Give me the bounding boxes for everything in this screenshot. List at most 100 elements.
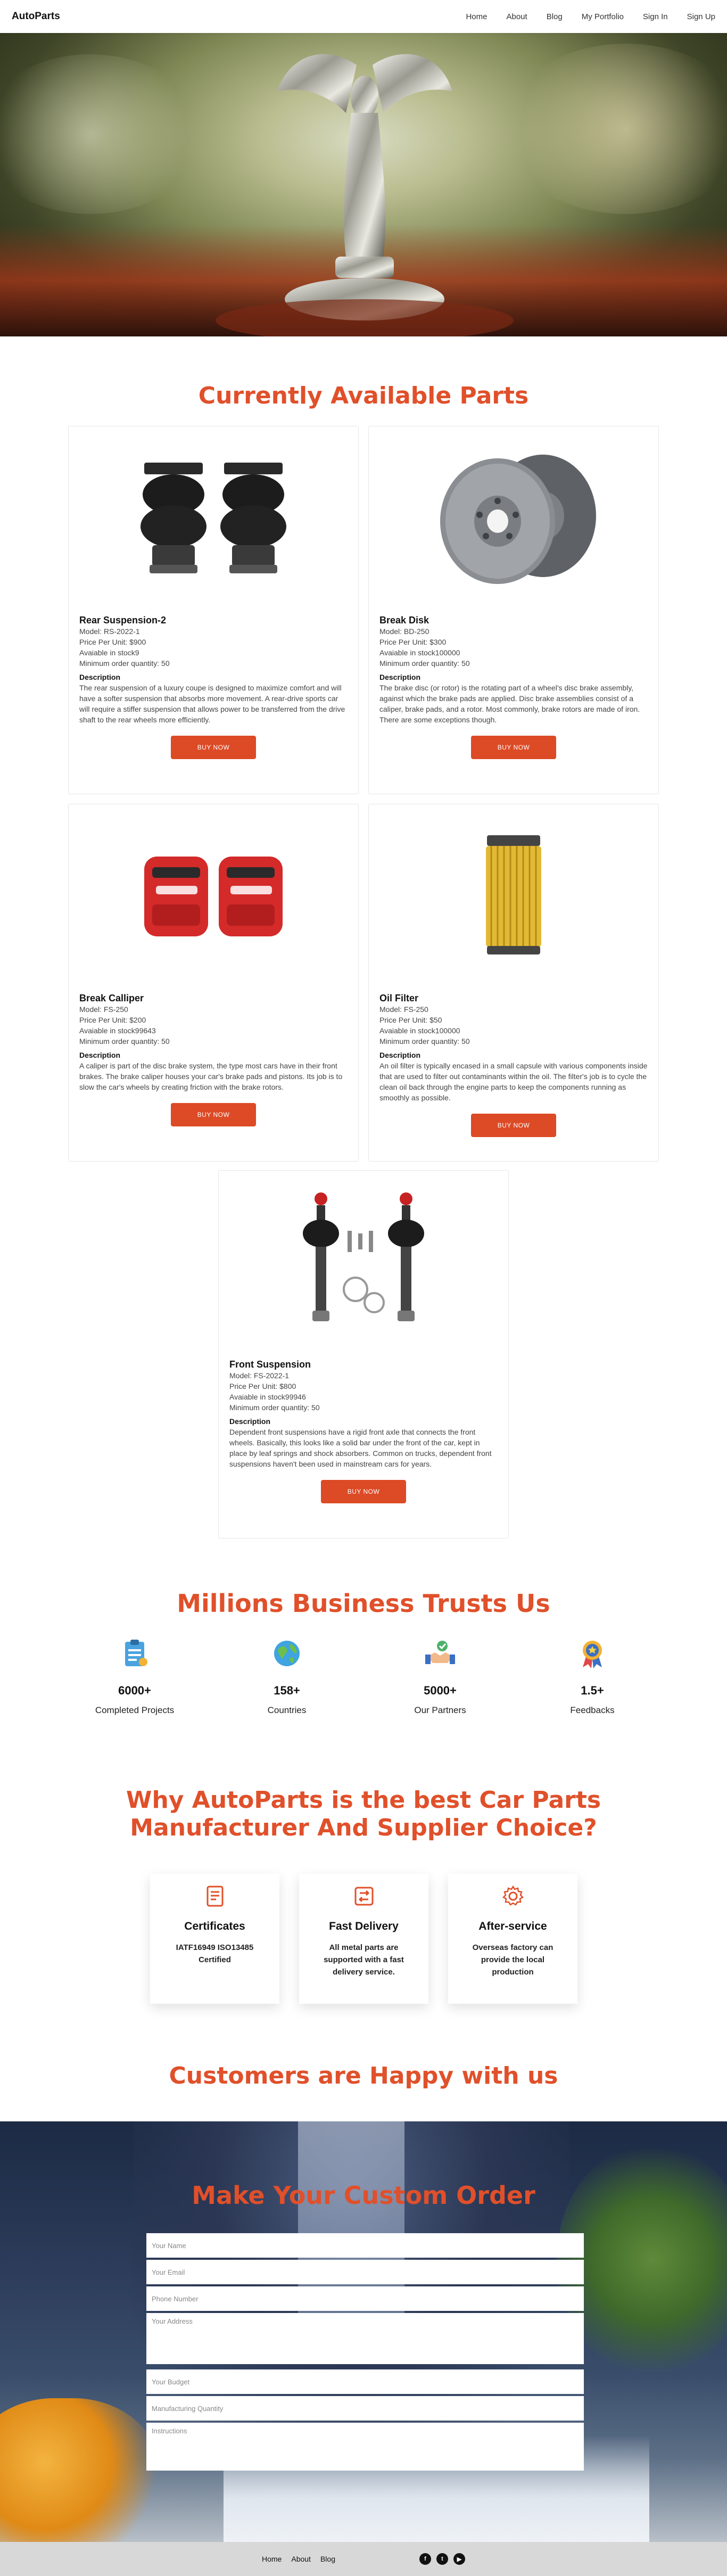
product-price: Price Per Unit: $900 xyxy=(79,638,146,646)
delivery-icon xyxy=(354,1887,373,1906)
social-links: f t ▶ xyxy=(419,2553,465,2565)
product-model: Model: BD-250 xyxy=(379,627,429,636)
product-description: The brake disc (or rotor) is the rotatin… xyxy=(379,684,640,724)
description-label: Description xyxy=(379,673,421,681)
instructions-input[interactable] xyxy=(146,2423,584,2471)
footer-link-home[interactable]: Home xyxy=(262,2555,282,2563)
nav-links: Home About Blog My Portfolio Sign In Sig… xyxy=(456,12,715,21)
feature-description: IATF16949 ISO13485 Certified xyxy=(176,1943,254,1964)
product-min-order: Minimum order quantity: 50 xyxy=(229,1403,320,1412)
oil-filter-icon xyxy=(379,814,648,974)
description-label: Description xyxy=(229,1417,271,1426)
clipboard-icon xyxy=(125,1640,147,1666)
top-navbar: AutoParts Home About Blog My Portfolio S… xyxy=(0,0,727,33)
stat-value: 158+ xyxy=(274,1684,300,1697)
buy-now-button[interactable]: BUY NOW xyxy=(471,1114,556,1137)
product-min-order: Minimum order quantity: 50 xyxy=(79,659,170,668)
nav-link-sign-up[interactable]: Sign Up xyxy=(678,12,715,21)
gear-icon xyxy=(502,1885,524,1906)
footer: Home About Blog f t ▶ xyxy=(0,2542,727,2576)
product-stock: Avaiable in stock100000 xyxy=(379,648,460,657)
certificate-icon xyxy=(206,1886,223,1907)
feature-after-service: After-service Overseas factory can provi… xyxy=(448,1874,577,2004)
product-model: Model: FS-250 xyxy=(379,1005,428,1014)
product-card-brake-calliper: Break Calliper Model: FS-250 Price Per U… xyxy=(68,804,359,1162)
nav-link-home[interactable]: Home xyxy=(456,12,497,21)
custom-order-title: Make Your Custom Order xyxy=(192,2181,535,2210)
product-model: Model: FS-250 xyxy=(79,1005,128,1014)
feature-certificates: Certificates IATF16949 ISO13485 Certifie… xyxy=(150,1874,279,2004)
product-card-oil-filter: Oil Filter Model: FS-250 Price Per Unit:… xyxy=(368,804,659,1162)
nav-link-portfolio[interactable]: My Portfolio xyxy=(572,12,633,21)
product-price: Price Per Unit: $800 xyxy=(229,1382,296,1390)
product-stock: Avaiable in stock100000 xyxy=(379,1026,460,1035)
brake-disc-icon xyxy=(379,436,648,596)
address-input[interactable] xyxy=(146,2313,584,2364)
name-input[interactable] xyxy=(146,2233,584,2258)
product-min-order: Minimum order quantity: 50 xyxy=(379,659,470,668)
product-description: The rear suspension of a luxury coupe is… xyxy=(79,684,345,724)
stat-partners: 5000+ Our Partners xyxy=(360,1637,520,1716)
product-min-order: Minimum order quantity: 50 xyxy=(379,1037,470,1046)
nav-link-blog[interactable]: Blog xyxy=(537,12,572,21)
feature-title: After-service xyxy=(478,1920,547,1932)
why-section-title: Why AutoParts is the best Car Parts Manu… xyxy=(0,1787,727,1842)
product-price: Price Per Unit: $50 xyxy=(379,1016,442,1024)
air-spring-icon xyxy=(79,436,348,596)
product-name: Front Suspension xyxy=(229,1359,311,1370)
product-description: A caliper is part of the disc brake syst… xyxy=(79,1061,343,1091)
product-price: Price Per Unit: $200 xyxy=(79,1016,146,1024)
footer-link-blog[interactable]: Blog xyxy=(320,2555,335,2563)
stat-label: Completed Projects xyxy=(95,1705,175,1715)
product-price: Price Per Unit: $300 xyxy=(379,638,447,646)
stat-value: 5000+ xyxy=(424,1684,457,1697)
trust-section-title: Millions Business Trusts Us xyxy=(177,1589,550,1618)
description-label: Description xyxy=(379,1051,421,1059)
product-stock: Avaiable in stock99946 xyxy=(229,1393,306,1401)
stat-completed-projects: 6000+ Completed Projects xyxy=(55,1637,214,1716)
stat-label: Our Partners xyxy=(414,1705,466,1715)
product-name: Break Disk xyxy=(379,615,429,626)
email-input[interactable] xyxy=(146,2260,584,2284)
budget-input[interactable] xyxy=(146,2369,584,2394)
nav-link-about[interactable]: About xyxy=(497,12,536,21)
facebook-icon[interactable]: f xyxy=(419,2553,431,2565)
buy-now-button[interactable]: BUY NOW xyxy=(171,1103,256,1126)
product-stock: Avaiable in stock9 xyxy=(79,648,139,657)
buy-now-button[interactable]: BUY NOW xyxy=(171,736,256,759)
customers-section-title: Customers are Happy with us xyxy=(169,2062,558,2089)
twitter-icon[interactable]: t xyxy=(436,2553,448,2565)
buy-now-button[interactable]: BUY NOW xyxy=(321,1480,406,1503)
parts-section-title: Currently Available Parts xyxy=(198,382,529,409)
quantity-input[interactable] xyxy=(146,2396,584,2421)
buy-now-button[interactable]: BUY NOW xyxy=(471,736,556,759)
award-medal-icon xyxy=(583,1641,602,1668)
hood-ornament-image xyxy=(216,54,514,336)
product-model: Model: RS-2022-1 xyxy=(79,627,140,636)
description-label: Description xyxy=(79,673,121,681)
handshake-icon xyxy=(425,1641,455,1664)
footer-link-about[interactable]: About xyxy=(291,2555,311,2563)
phone-input[interactable] xyxy=(146,2286,584,2311)
feature-description: Overseas factory can provide the local p… xyxy=(472,1943,553,1977)
brake-caliper-icon xyxy=(79,814,348,974)
custom-order-section: Make Your Custom Order xyxy=(0,2121,727,2542)
description-label: Description xyxy=(79,1051,121,1059)
product-name: Oil Filter xyxy=(379,993,419,1003)
feature-fast-delivery: Fast Delivery All metal parts are suppor… xyxy=(299,1874,428,2004)
product-model: Model: FS-2022-1 xyxy=(229,1371,290,1380)
brand-logo[interactable]: AutoParts xyxy=(12,11,60,22)
feature-description: All metal parts are supported with a fas… xyxy=(324,1943,404,1977)
youtube-icon[interactable]: ▶ xyxy=(453,2553,465,2565)
product-name: Break Calliper xyxy=(79,993,144,1003)
stat-value: 1.5+ xyxy=(581,1684,604,1697)
stat-countries: 158+ Countries xyxy=(207,1637,367,1716)
stat-label: Feedbacks xyxy=(570,1705,615,1715)
why-title-line-1: Why AutoParts is the best Car Parts xyxy=(126,1787,601,1814)
nav-link-sign-in[interactable]: Sign In xyxy=(633,12,678,21)
product-description: An oil filter is typically encased in a … xyxy=(379,1061,648,1102)
stat-label: Countries xyxy=(267,1705,307,1715)
product-min-order: Minimum order quantity: 50 xyxy=(79,1037,170,1046)
product-description: Dependent front suspensions have a rigid… xyxy=(229,1428,492,1468)
product-card-brake-disk: Break Disk Model: BD-250 Price Per Unit:… xyxy=(368,426,659,794)
